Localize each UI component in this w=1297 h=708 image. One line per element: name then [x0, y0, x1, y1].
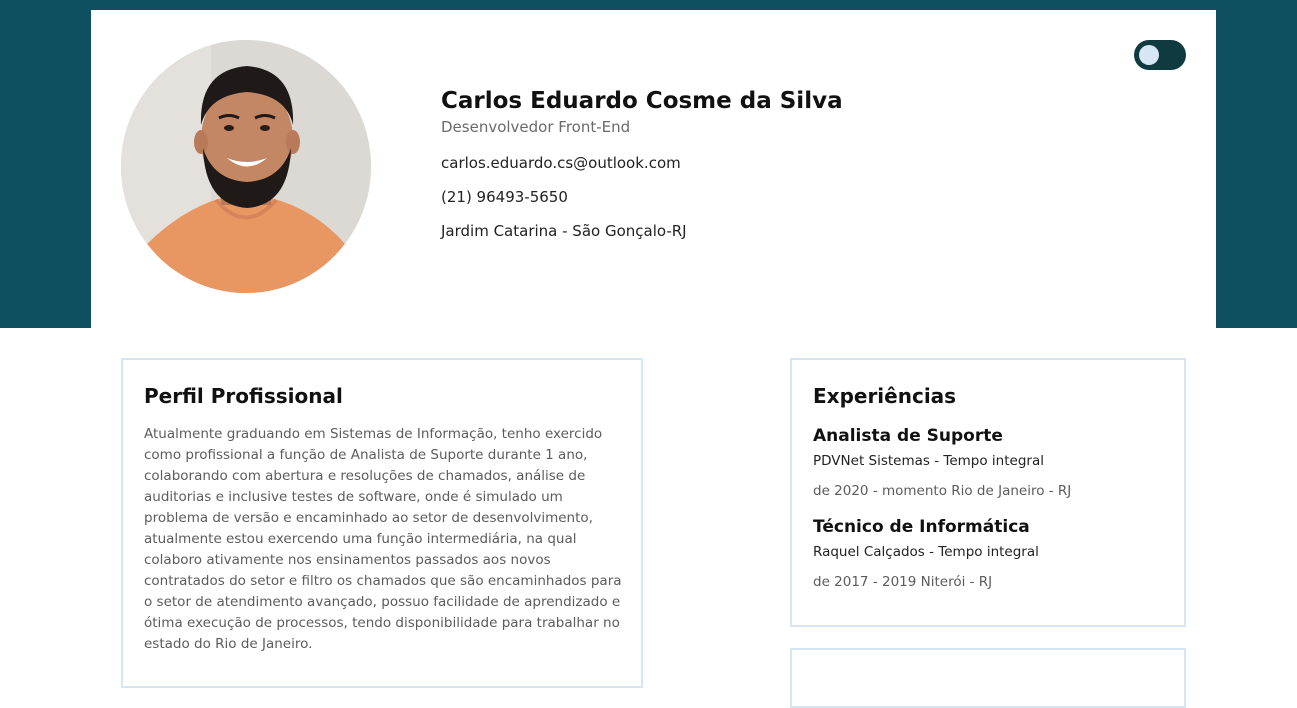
profile-photo-icon	[121, 40, 371, 293]
profile-card: Perfil Profissional Atualmente graduando…	[121, 358, 643, 688]
theme-toggle-switch[interactable]	[1134, 40, 1186, 70]
person-role: Desenvolvedor Front-End	[441, 118, 631, 136]
experience-period: de 2017 - 2019 Niterói - RJ	[813, 574, 993, 590]
contact-phone[interactable]: (21) 96493-5650	[441, 187, 843, 207]
contact-address: Jardim Catarina - São Gonçalo-RJ	[441, 222, 687, 240]
contact-email[interactable]: carlos.eduardo.cs@outlook.com	[441, 153, 843, 173]
profile-header: Carlos Eduardo Cosme da Silva Desenvolve…	[91, 10, 1216, 328]
next-section-card	[790, 648, 1186, 708]
experience-job-title: Técnico de Informática	[813, 517, 1030, 537]
experience-card: Experiências Analista de Suporte PDVNet …	[790, 358, 1186, 627]
experience-item: Analista de Suporte PDVNet Sistemas - Te…	[813, 424, 1071, 501]
identity-block: Carlos Eduardo Cosme da Silva Desenvolve…	[441, 86, 843, 241]
experience-job-title: Analista de Suporte	[813, 426, 1003, 446]
toggle-knob-icon	[1139, 45, 1159, 65]
experience-title: Experiências	[813, 384, 957, 408]
profile-description: Atualmente graduando em Sistemas de Info…	[144, 426, 622, 652]
avatar	[121, 40, 371, 293]
person-name: Carlos Eduardo Cosme da Silva	[441, 88, 843, 114]
profile-title: Perfil Profissional	[144, 384, 343, 408]
experience-period: de 2020 - momento Rio de Janeiro - RJ	[813, 483, 1072, 499]
experience-item: Técnico de Informática Raquel Calçados -…	[813, 515, 1039, 592]
experience-company: Raquel Calçados - Tempo integral	[813, 544, 1039, 560]
experience-company: PDVNet Sistemas - Tempo integral	[813, 453, 1044, 469]
